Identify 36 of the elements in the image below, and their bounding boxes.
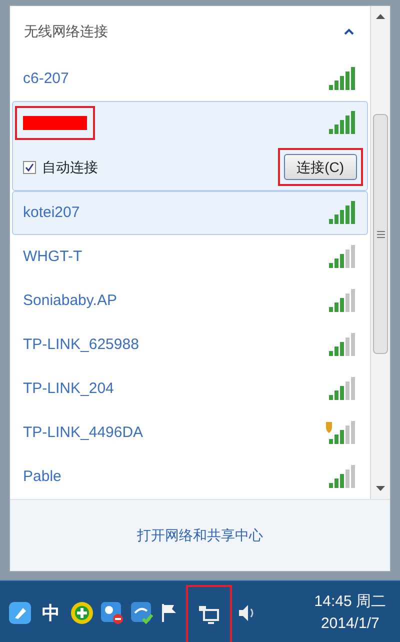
network-item[interactable]: Soniababy.AP bbox=[12, 279, 368, 323]
input-method-indicator[interactable]: 中 bbox=[38, 600, 64, 626]
checkbox[interactable] bbox=[23, 160, 36, 174]
connect-button[interactable]: 连接(C) bbox=[284, 154, 357, 180]
network-item[interactable]: TP-LINK_204 bbox=[12, 367, 368, 411]
network-name: TP-LINK_204 bbox=[23, 378, 114, 399]
plus-app-icon[interactable] bbox=[70, 601, 94, 625]
chevron-up-icon[interactable] bbox=[344, 28, 354, 35]
network-name: Pable bbox=[23, 466, 62, 487]
network-item[interactable]: kotei207 bbox=[12, 191, 368, 235]
network-name: TP-LINK_4496DA bbox=[23, 422, 144, 443]
network-name: Soniababy.AP bbox=[23, 290, 117, 311]
sync-app-icon[interactable] bbox=[130, 601, 154, 625]
chat-app-icon[interactable] bbox=[100, 601, 124, 625]
network-item[interactable]: TP-LINK_4496DA bbox=[12, 411, 368, 455]
speaker-icon[interactable] bbox=[238, 603, 256, 623]
network-name: WHGT-T bbox=[23, 246, 82, 267]
scroll-down-icon[interactable] bbox=[376, 486, 385, 491]
scrollbar[interactable] bbox=[370, 6, 390, 499]
network-name: c6-207 bbox=[23, 68, 69, 89]
network-name: TP-LINK_625988 bbox=[23, 334, 139, 355]
network-item[interactable]: c6-207 bbox=[12, 57, 368, 101]
network-item[interactable]: Pable bbox=[12, 455, 368, 499]
checkbox-label: 自动连接 bbox=[42, 158, 98, 176]
section-title: 无线网络连接 bbox=[24, 22, 108, 41]
network-item[interactable]: 自动连接 连接(C) bbox=[12, 101, 368, 191]
clock-date[interactable]: 2014/1/7 bbox=[320, 613, 380, 635]
network-icon[interactable] bbox=[198, 605, 220, 625]
scroll-up-icon[interactable] bbox=[376, 14, 385, 19]
scroll-thumb[interactable] bbox=[373, 114, 388, 354]
network-name: kotei207 bbox=[23, 202, 80, 223]
network-item[interactable]: WHGT-T bbox=[12, 235, 368, 279]
network-sharing-center-link[interactable]: 打开网络和共享中心 bbox=[137, 525, 263, 546]
pen-app-icon[interactable] bbox=[8, 601, 32, 625]
network-item[interactable]: TP-LINK_625988 bbox=[12, 323, 368, 367]
clock-time[interactable]: 14:45 周二 bbox=[314, 591, 386, 613]
